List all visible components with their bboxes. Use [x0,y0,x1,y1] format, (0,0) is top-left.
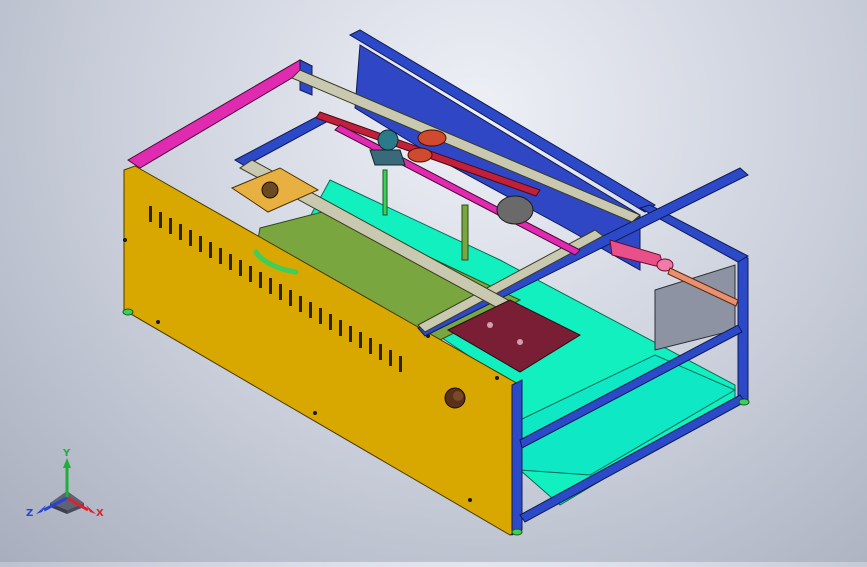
power-knob-cap [453,391,463,401]
orange-coupler-2 [407,147,433,163]
motor-bracket [369,149,406,166]
foot-front-right [511,528,523,536]
gantry-post [461,204,469,261]
triad-y-label: Y [62,448,71,459]
carriage-bolt [487,322,493,328]
carriage-bolt [517,339,523,345]
y-axis-arrow [63,458,71,468]
cad-viewport[interactable]: Y X Z [0,0,867,562]
front-right-post [511,379,523,536]
motor-pulley [377,129,399,151]
model-canvas [122,29,750,536]
gantry-rail-left [233,114,332,167]
triad-z-label: Z [26,508,33,519]
laser-head-nozzle [261,181,279,199]
triad-x-label: X [96,508,104,519]
orange-coupler [417,129,447,147]
foot-back-right [738,398,750,406]
rear-disc [496,195,534,225]
foot-front-left [122,308,134,316]
view-triad[interactable]: Y X Z [22,448,112,528]
left-top-rail [127,59,314,169]
gantry-post [382,169,388,216]
